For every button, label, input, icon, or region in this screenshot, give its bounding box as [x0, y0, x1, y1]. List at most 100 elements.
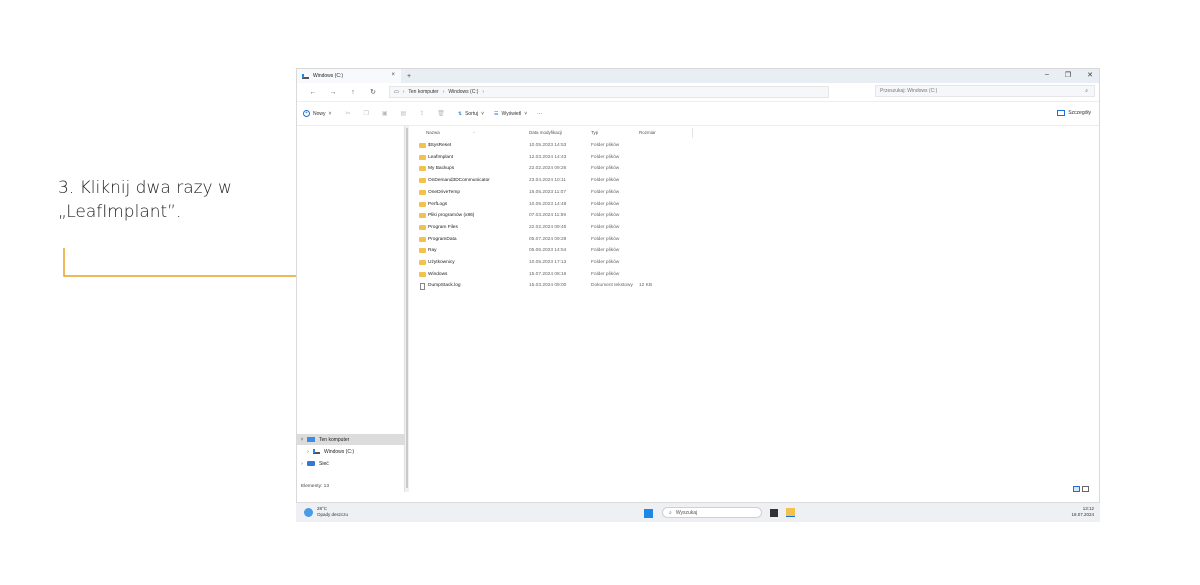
forward-button[interactable]: → — [323, 89, 343, 96]
file-type: Folder plików — [591, 248, 620, 254]
file-row[interactable]: Użytkownicy 10.05.2023 17:13 Folder plików — [413, 257, 713, 268]
file-row[interactable]: OnDemand3DCommunicator 23.04.2024 10:11 Fo… — [413, 175, 713, 186]
chevron-down-icon: ˅ — [481, 110, 485, 117]
sort-label: Sortuj — [465, 110, 479, 117]
file-name: Windows — [428, 271, 448, 277]
chevron-right-icon: › — [402, 89, 405, 95]
file-type: Folder plików — [591, 143, 620, 148]
sort-icon: ⇅ — [457, 110, 463, 117]
file-date: 16.05.2023 11:07 — [529, 189, 566, 195]
up-button[interactable]: ↑ — [343, 89, 363, 96]
file-row[interactable]: $SysReset 10.05.2023 14:53 Folder plików — [413, 140, 713, 151]
close-window-button[interactable]: ✕ — [1087, 71, 1093, 79]
file-row[interactable]: Windows 15.07.2024 08:16 Folder plików — [413, 269, 713, 280]
file-list: ^ Nazwa Data modyfikacji Typ Rozmiar $Sy… — [413, 126, 1093, 492]
drive-icon — [313, 449, 320, 454]
close-tab-icon[interactable]: × — [391, 72, 395, 78]
column-header-size[interactable]: Rozmiar — [639, 130, 656, 135]
file-name: ProgramData — [428, 236, 457, 242]
file-type: Folder plików — [591, 154, 620, 160]
file-type: Folder plików — [591, 178, 620, 184]
breadcrumb[interactable]: ▭ › Ten komputer › Windows (C:) › — [389, 86, 829, 98]
refresh-button[interactable]: ↻ — [363, 88, 383, 96]
file-date: 07.03.2024 11:59 — [529, 213, 566, 219]
chevron-right-icon[interactable]: › — [297, 461, 307, 467]
file-row[interactable]: Ray 05.06.2023 14:54 Folder plików — [413, 245, 713, 256]
search-placeholder: Przeszukaj: Windows (C:) — [880, 88, 938, 94]
file-type: Folder plików — [591, 260, 620, 265]
file-row[interactable]: PerfLogs 10.05.2023 14:48 Folder plików — [413, 199, 713, 210]
chevron-down-icon[interactable]: ˅ — [297, 437, 307, 443]
file-date: 05.07.2024 09:28 — [529, 236, 567, 242]
file-size: 12 KB — [639, 283, 653, 289]
nav-scrollbar[interactable] — [405, 126, 409, 492]
minimize-button[interactable]: – — [1045, 71, 1049, 79]
paste-icon[interactable]: ▣ — [382, 110, 388, 117]
computer-icon — [307, 437, 315, 442]
tab-bar: Windows (C:) × + – ❐ ✕ — [297, 69, 1099, 83]
search-input[interactable]: Przeszukaj: Windows (C:) ⌕ — [875, 85, 1095, 97]
column-header-date[interactable]: Data modyfikacji — [529, 130, 562, 135]
folder-icon — [419, 201, 426, 207]
cut-icon[interactable]: ✂ — [345, 110, 350, 117]
rename-icon[interactable]: ▤ — [401, 110, 407, 117]
delete-icon[interactable]: 🗑 — [437, 110, 445, 117]
windows-start-icon[interactable] — [644, 509, 653, 518]
back-button[interactable]: ← — [303, 89, 323, 96]
share-icon[interactable]: ⇪ — [419, 110, 424, 117]
file-row[interactable]: LeafImplant 12.03.2024 14:43 Folder plików — [413, 152, 713, 163]
folder-icon — [419, 236, 426, 242]
column-header-name[interactable]: Nazwa — [426, 130, 440, 135]
tab-windows-c[interactable]: Windows (C:) × — [297, 69, 401, 83]
file-row[interactable]: My Backups 22.02.2024 09:26 Folder plików — [413, 163, 713, 174]
file-name: Pliki programów (x86) — [428, 213, 475, 219]
file-row[interactable]: Pliki programów (x86) 07.03.2024 11:59 Fol… — [413, 210, 713, 221]
folder-icon — [419, 271, 426, 277]
maximize-button[interactable]: ❐ — [1065, 71, 1071, 79]
taskbar-app-icon[interactable] — [770, 509, 778, 517]
nav-label-network: Sieć — [319, 460, 329, 467]
folder-icon — [419, 260, 426, 265]
file-name: Program Files — [428, 224, 458, 230]
new-tab-button[interactable]: + — [407, 73, 411, 80]
nav-item-network[interactable]: › Sieć — [297, 458, 405, 469]
file-date: 05.06.2023 14:54 — [529, 248, 567, 254]
file-row[interactable]: ProgramData 05.07.2024 09:28 Folder plików — [413, 234, 713, 245]
tiles-view-icon[interactable] — [1082, 486, 1089, 492]
file-explorer-taskbar-icon[interactable] — [786, 508, 795, 517]
breadcrumb-drive[interactable]: Windows (C:) — [448, 89, 478, 95]
weather-widget[interactable]: 28°C Opady deszczu — [304, 506, 348, 518]
file-row[interactable]: Program Files 22.02.2024 09:45 Folder plik… — [413, 222, 713, 233]
sort-button[interactable]: ⇅ Sortuj ˅ — [458, 111, 484, 117]
details-pane-button[interactable]: Szczegóły — [1057, 110, 1091, 116]
file-name: My Backups — [428, 166, 455, 172]
view-label: Wyświetl — [501, 110, 522, 117]
folder-icon — [419, 178, 426, 184]
view-button[interactable]: ☰ Wyświetl ˅ — [494, 111, 527, 117]
file-row[interactable]: OneDriveTemp 16.05.2023 11:07 Folder plikó… — [413, 187, 713, 198]
column-header-type[interactable]: Typ — [591, 130, 598, 135]
details-view-icon[interactable] — [1073, 486, 1080, 492]
file-row[interactable]: DumpStack.log 15.03.2024 09:00 Dokument te… — [413, 280, 713, 291]
folder-icon — [419, 224, 426, 230]
navigation-pane: ˅ Ten komputer › Windows (C:) › Sieć — [297, 126, 405, 492]
chevron-right-icon: › — [482, 89, 485, 95]
column-headers: ^ Nazwa Data modyfikacji Typ Rozmiar — [413, 128, 693, 138]
folder-icon — [419, 143, 426, 148]
text-file-icon — [420, 283, 425, 291]
taskbar-search[interactable]: ⌕ Wyszukaj — [662, 507, 762, 518]
new-button[interactable]: + Nowy ˅ — [303, 110, 331, 117]
nav-item-this-pc[interactable]: ˅ Ten komputer — [297, 434, 405, 445]
copy-icon[interactable]: ❐ — [363, 110, 368, 117]
breadcrumb-this-pc[interactable]: Ten komputer — [408, 89, 438, 95]
chevron-right-icon[interactable]: › — [303, 449, 313, 455]
sort-caret-icon: ^ — [473, 130, 475, 135]
file-date: 22.02.2024 09:26 — [529, 166, 567, 172]
more-options-button[interactable]: ··· — [537, 111, 542, 117]
system-clock[interactable]: 13:12 18.07.2024 — [1071, 506, 1094, 518]
folder-icon — [419, 213, 426, 219]
explorer-body: ˅ Ten komputer › Windows (C:) › Sieć ^ N… — [297, 126, 1099, 498]
chevron-down-icon: ˅ — [328, 110, 332, 117]
nav-item-drive[interactable]: › Windows (C:) — [297, 446, 405, 457]
clock-date: 18.07.2024 — [1071, 512, 1094, 517]
